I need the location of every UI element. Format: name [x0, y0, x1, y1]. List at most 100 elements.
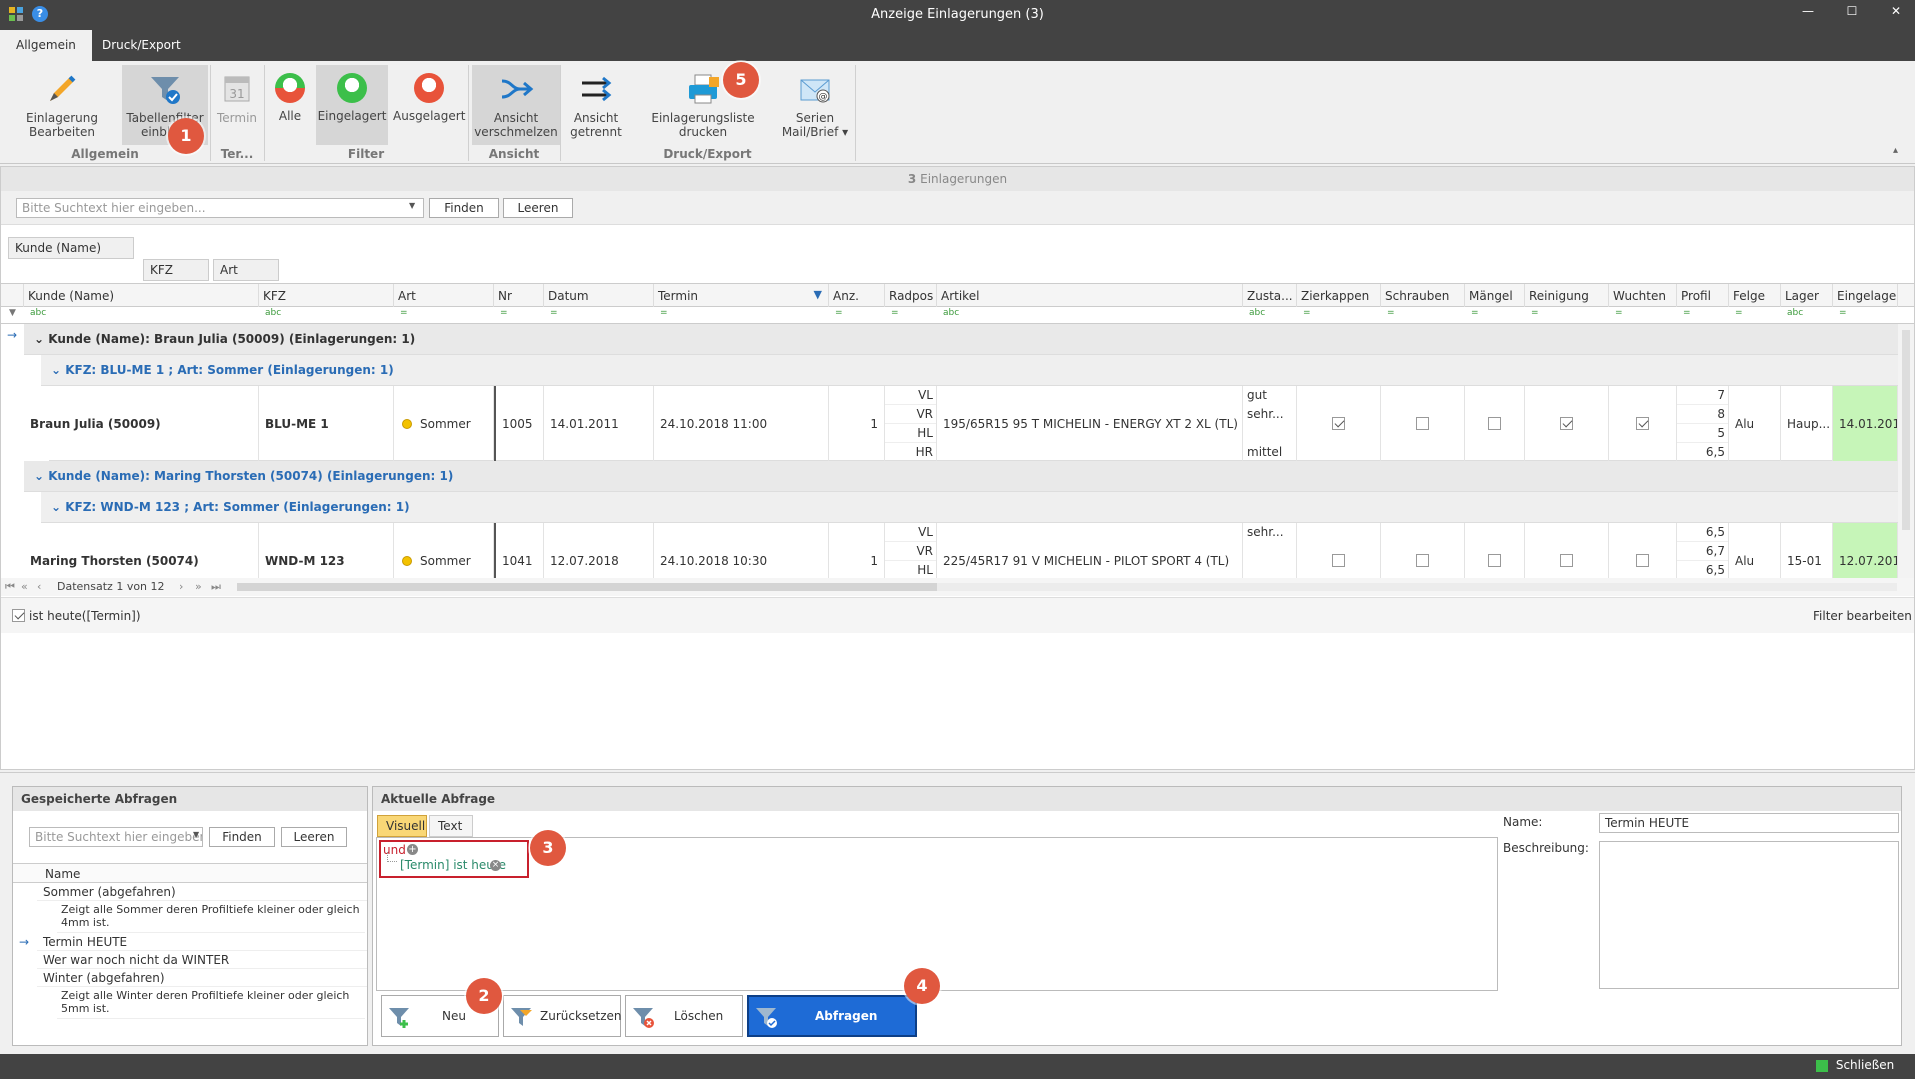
group-chip-kunde[interactable]: Kunde (Name): [8, 237, 134, 259]
nav-prev-page-icon[interactable]: «: [21, 580, 28, 593]
nav-next-icon[interactable]: ›: [179, 580, 183, 593]
filter-operator-icon[interactable]: abc: [1249, 308, 1265, 318]
check-box[interactable]: [1416, 554, 1429, 567]
column-header-2[interactable]: KFZ: [259, 284, 394, 308]
group-chip-art[interactable]: Art: [213, 259, 279, 281]
filter-operator-icon[interactable]: =: [1387, 308, 1395, 318]
filter-operator-icon[interactable]: =: [1683, 308, 1691, 318]
saved-query-item[interactable]: Winter (abgefahren): [37, 969, 367, 987]
filter-operator-icon[interactable]: =: [500, 308, 508, 318]
check-box[interactable]: [1416, 417, 1429, 430]
remove-condition-icon[interactable]: ×: [490, 860, 501, 871]
add-condition-icon[interactable]: +: [407, 844, 418, 855]
sub-group-row[interactable]: ⌄ KFZ: WND-M 123 ; Art: Sommer (Einlager…: [41, 492, 1898, 523]
collapse-ribbon-icon[interactable]: ▴: [1893, 145, 1898, 156]
nav-prev-icon[interactable]: ‹: [37, 580, 41, 593]
column-header-5[interactable]: Datum: [544, 284, 654, 308]
check-box[interactable]: [1332, 554, 1345, 567]
filter-operator-icon[interactable]: =: [1615, 308, 1623, 318]
column-header-11[interactable]: Zierkappen: [1297, 284, 1381, 308]
check-box[interactable]: [1560, 554, 1573, 567]
find-button[interactable]: Finden: [429, 198, 499, 218]
termin-button[interactable]: 31 Termin: [212, 65, 262, 145]
nav-last-icon[interactable]: ⏭: [211, 580, 221, 594]
saved-find-button[interactable]: Finden: [209, 827, 275, 847]
description-input[interactable]: [1599, 841, 1899, 989]
filter-operator-icon[interactable]: =: [1303, 308, 1311, 318]
filter-operator-icon[interactable]: =: [1735, 308, 1743, 318]
column-header-4[interactable]: Nr: [494, 284, 544, 308]
filter-operator-icon[interactable]: abc: [943, 308, 959, 318]
filter-active-checkbox[interactable]: [12, 609, 25, 622]
nav-first-icon[interactable]: ⏮: [5, 580, 15, 594]
filter-operator-icon[interactable]: =: [1839, 308, 1847, 318]
check-box[interactable]: [1560, 417, 1573, 430]
saved-query-item[interactable]: Termin HEUTE: [37, 933, 367, 951]
column-header-15[interactable]: Wuchten: [1609, 284, 1677, 308]
eingelagert-button[interactable]: Eingelagert: [316, 65, 388, 145]
tab-text[interactable]: Text: [429, 815, 473, 837]
column-header-1[interactable]: Kunde (Name): [24, 284, 259, 308]
check-box[interactable]: [1636, 417, 1649, 430]
vertical-scrollbar[interactable]: [1898, 324, 1914, 578]
filter-operator-icon[interactable]: =: [891, 308, 899, 318]
column-header-18[interactable]: Lager: [1781, 284, 1833, 308]
table-row[interactable]: Maring Thorsten (50074) WND-M 123 Sommer 10…: [30, 523, 1898, 578]
chevron-down-icon[interactable]: ▼: [409, 201, 415, 210]
filter-operator-icon[interactable]: abc: [30, 308, 46, 318]
table-row[interactable]: Braun Julia (50009) BLU-ME 1 Sommer 1005 14.…: [30, 386, 1898, 461]
delete-query-button[interactable]: Löschen: [625, 995, 743, 1037]
close-app-button[interactable]: Schließen: [1816, 1058, 1894, 1072]
close-window-button[interactable]: ✕: [1886, 4, 1906, 24]
ausgelagert-button[interactable]: Ausgelagert: [393, 65, 465, 145]
minimize-button[interactable]: —: [1798, 4, 1818, 24]
column-header-7[interactable]: Anz.: [829, 284, 885, 308]
column-header-16[interactable]: Profil: [1677, 284, 1729, 308]
filter-operator-icon[interactable]: =: [660, 308, 668, 318]
check-box[interactable]: [1636, 554, 1649, 567]
run-query-button[interactable]: Abfragen: [747, 995, 917, 1037]
column-header-3[interactable]: Art: [394, 284, 494, 308]
column-header-19[interactable]: Eingelagert: [1833, 284, 1898, 308]
saved-clear-button[interactable]: Leeren: [281, 827, 347, 847]
serien-mail-brief-button[interactable]: @ Serien Mail/Brief ▾: [778, 65, 852, 145]
filter-operator-icon[interactable]: =: [835, 308, 843, 318]
alle-button[interactable]: Alle: [268, 65, 312, 145]
ansicht-verschmelzen-button[interactable]: Ansicht verschmelzen: [472, 65, 560, 145]
grid-search-input[interactable]: Bitte Suchtext hier eingeben...: [16, 198, 424, 218]
saved-query-item[interactable]: Wer war noch nicht da WINTER: [37, 951, 367, 969]
reset-query-button[interactable]: Zurücksetzen: [503, 995, 622, 1037]
column-header-6[interactable]: Termin ▼: [654, 284, 829, 308]
column-header-8[interactable]: Radpos: [885, 284, 937, 308]
tab-druck-export[interactable]: Druck/Export: [86, 30, 197, 61]
nav-next-page-icon[interactable]: »: [195, 580, 202, 593]
horizontal-scrollbar[interactable]: [237, 583, 1897, 591]
check-box[interactable]: [1488, 417, 1501, 430]
group-row[interactable]: ⌄ Kunde (Name): Maring Thorsten (50074) …: [24, 461, 1898, 492]
clear-button[interactable]: Leeren: [503, 198, 573, 218]
group-chip-kfz[interactable]: KFZ: [143, 259, 209, 281]
filter-operator-icon[interactable]: =: [1531, 308, 1539, 318]
filter-edit-link[interactable]: Filter bearbeiten: [1813, 609, 1912, 623]
column-header-9[interactable]: Artikel: [937, 284, 1243, 308]
filter-operator-icon[interactable]: =: [400, 308, 408, 318]
column-header-10[interactable]: Zusta...: [1243, 284, 1297, 308]
saved-query-item[interactable]: Sommer (abgefahren): [37, 883, 367, 901]
saved-search-input[interactable]: Bitte Suchtext hier eingeben: [29, 827, 203, 847]
column-header-13[interactable]: Mängel: [1465, 284, 1525, 308]
filter-operator-icon[interactable]: =: [550, 308, 558, 318]
ansicht-getrennt-button[interactable]: Ansicht getrennt: [560, 65, 632, 145]
column-header-17[interactable]: Felge: [1729, 284, 1781, 308]
check-box[interactable]: [1332, 417, 1345, 430]
column-header-14[interactable]: Reinigung: [1525, 284, 1609, 308]
sub-group-row[interactable]: ⌄ KFZ: BLU-ME 1 ; Art: Sommer (Einlageru…: [41, 355, 1898, 386]
filter-operator-icon[interactable]: abc: [1787, 308, 1803, 318]
tab-allgemein[interactable]: Allgemein: [0, 30, 92, 61]
chevron-down-icon[interactable]: ▼: [193, 830, 199, 839]
tab-visuell[interactable]: Visuell: [377, 815, 427, 837]
filter-active-icon[interactable]: ▼: [814, 288, 822, 301]
filter-operator-icon[interactable]: =: [1471, 308, 1479, 318]
name-input[interactable]: Termin HEUTE: [1599, 813, 1899, 833]
group-row[interactable]: ⌄ Kunde (Name): Braun Julia (50009) (Ein…: [24, 324, 1898, 355]
filter-operator-icon[interactable]: abc: [265, 308, 281, 318]
